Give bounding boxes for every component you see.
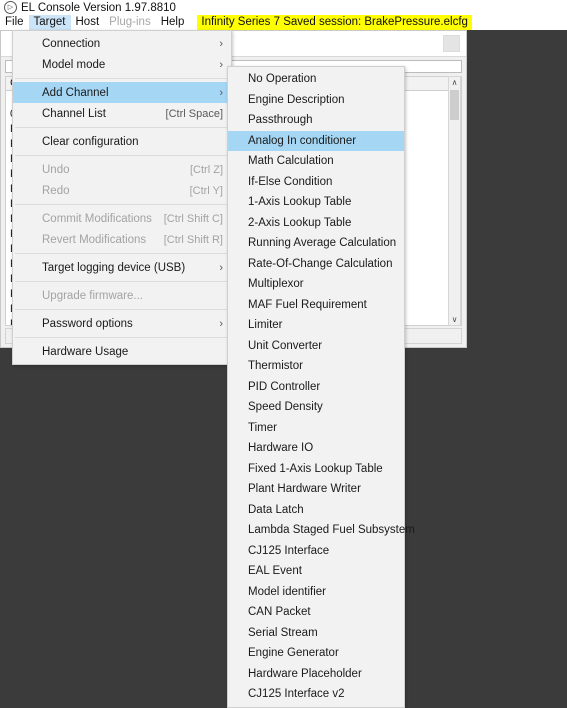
add-channel-item-multiplexor[interactable]: Multiplexor [228,274,404,295]
menu-item-label: Redo [42,185,190,197]
add-channel-item-serial-stream[interactable]: Serial Stream [228,623,404,644]
add-channel-item-analog-in-conditioner[interactable]: Analog In conditioner [228,131,404,152]
add-channel-item-math-calculation[interactable]: Math Calculation [228,151,404,172]
add-channel-item-2-axis-lookup-table[interactable]: 2-Axis Lookup Table [228,213,404,234]
add-channel-submenu[interactable]: No OperationEngine DescriptionPassthroug… [227,66,405,708]
add-channel-item-fixed-1-axis-lookup-table[interactable]: Fixed 1-Axis Lookup Table [228,459,404,480]
menu-item-shortcut: [Ctrl Shift R] [164,234,223,246]
add-channel-item-passthrough[interactable]: Passthrough [228,110,404,131]
target-menu-item-redo: Redo[Ctrl Y] [13,180,231,201]
menu-separator [15,155,229,156]
add-channel-item-timer[interactable]: Timer [228,418,404,439]
target-menu-item-undo: Undo[Ctrl Z] [13,159,231,180]
menu-item-label: Clear configuration [42,136,223,148]
add-channel-item-engine-description[interactable]: Engine Description [228,90,404,111]
add-channel-item-hardware-io[interactable]: Hardware IO [228,438,404,459]
menu-item-shortcut: [Ctrl Shift C] [164,213,223,225]
add-channel-item-rate-of-change-calculation[interactable]: Rate-Of-Change Calculation [228,254,404,275]
add-channel-item-1-axis-lookup-table[interactable]: 1-Axis Lookup Table [228,192,404,213]
target-dropdown-menu[interactable]: Connection › Model mode › Add Channel › Channe… [12,30,232,365]
target-menu-item-commit-modifications: Commit Modifications[Ctrl Shift C] [13,208,231,229]
add-channel-item-speed-density[interactable]: Speed Density [228,397,404,418]
menu-item-shortcut: [Ctrl Y] [190,185,223,197]
menu-item-label: Target logging device (USB) [42,262,211,274]
target-menu-item-target-logging-device-usb[interactable]: Target logging device (USB) › [13,257,231,278]
add-channel-item-can-packet[interactable]: CAN Packet [228,602,404,623]
menu-separator [15,127,229,128]
add-channel-item-running-average-calculation[interactable]: Running Average Calculation [228,233,404,254]
menu-separator [15,309,229,310]
scroll-down-icon[interactable]: ∨ [449,314,460,325]
menu-separator [15,253,229,254]
menu-separator [15,204,229,205]
menu-item-label: Model mode [42,59,211,71]
menu-plugins: Plug-ins [104,15,156,30]
add-channel-item-plant-hardware-writer[interactable]: Plant Hardware Writer [228,479,404,500]
chevron-right-icon: › [219,59,223,71]
target-menu-item-revert-modifications: Revert Modifications[Ctrl Shift R] [13,229,231,250]
window-title: EL Console Version 1.97.8810 [21,2,176,14]
chevron-right-icon: › [219,318,223,330]
add-channel-item-lambda-staged-fuel-subsystem[interactable]: Lambda Staged Fuel Subsystem [228,520,404,541]
toolbar-button[interactable] [443,35,460,52]
target-menu-item-model-mode[interactable]: Model mode › [13,54,231,75]
add-channel-item-eal-event[interactable]: EAL Event [228,561,404,582]
menu-separator [15,78,229,79]
add-channel-item-data-latch[interactable]: Data Latch [228,500,404,521]
add-channel-item-model-identifier[interactable]: Model identifier [228,582,404,603]
title-bar: ▷ EL Console Version 1.97.8810 [0,0,567,15]
target-menu-item-channel-list[interactable]: Channel List[Ctrl Space] [13,103,231,124]
menu-item-label: Upgrade firmware... [42,290,223,302]
menu-item-label: Commit Modifications [42,213,164,225]
menu-file[interactable]: File [0,15,29,30]
chevron-right-icon: › [219,87,223,99]
menu-item-label: Password options [42,318,211,330]
scroll-up-icon[interactable]: ∧ [449,77,460,88]
add-channel-item-cj125-interface-v2[interactable]: CJ125 Interface v2 [228,684,404,705]
session-banner: Infinity Series 7 Saved session: BrakePr… [197,15,472,30]
chevron-right-icon: › [219,38,223,50]
menu-item-label: Add Channel [42,87,211,99]
menu-bar: File Target Host Plug-ins Help Infinity … [0,15,567,30]
add-channel-item-no-operation[interactable]: No Operation [228,69,404,90]
menu-item-label: Connection [42,38,211,50]
menu-item-shortcut: [Ctrl Space] [166,108,223,120]
menu-item-label: Hardware Usage [42,346,223,358]
menu-item-label: Revert Modifications [42,234,164,246]
menu-item-shortcut: [Ctrl Z] [190,164,223,176]
menu-host[interactable]: Host [71,15,105,30]
add-channel-item-cj125-interface[interactable]: CJ125 Interface [228,541,404,562]
target-menu-item-add-channel[interactable]: Add Channel › [13,82,231,103]
target-menu-item-password-options[interactable]: Password options › [13,313,231,334]
add-channel-item-limiter[interactable]: Limiter [228,315,404,336]
target-menu-item-hardware-usage[interactable]: Hardware Usage [13,341,231,362]
menu-help[interactable]: Help [156,15,190,30]
add-channel-item-unit-converter[interactable]: Unit Converter [228,336,404,357]
target-menu-item-clear-configuration[interactable]: Clear configuration [13,131,231,152]
add-channel-item-hardware-placeholder[interactable]: Hardware Placeholder [228,664,404,685]
add-channel-item-engine-generator[interactable]: Engine Generator [228,643,404,664]
menu-separator [15,337,229,338]
target-menu-item-connection[interactable]: Connection › [13,33,231,54]
menu-target[interactable]: Target [29,15,71,30]
app-circle-icon: ▷ [4,1,17,14]
add-channel-item-maf-fuel-requirement[interactable]: MAF Fuel Requirement [228,295,404,316]
add-channel-item-pid-controller[interactable]: PID Controller [228,377,404,398]
add-channel-item-if-else-condition[interactable]: If-Else Condition [228,172,404,193]
target-menu-item-upgrade-firmware: Upgrade firmware... [13,285,231,306]
chevron-right-icon: › [219,262,223,274]
add-channel-item-thermistor[interactable]: Thermistor [228,356,404,377]
menu-item-label: Channel List [42,108,166,120]
grid-scrollbar[interactable]: ∧ ∨ [448,76,461,326]
menu-item-label: Undo [42,164,190,176]
scrollbar-thumb[interactable] [450,90,459,120]
menu-separator [15,281,229,282]
